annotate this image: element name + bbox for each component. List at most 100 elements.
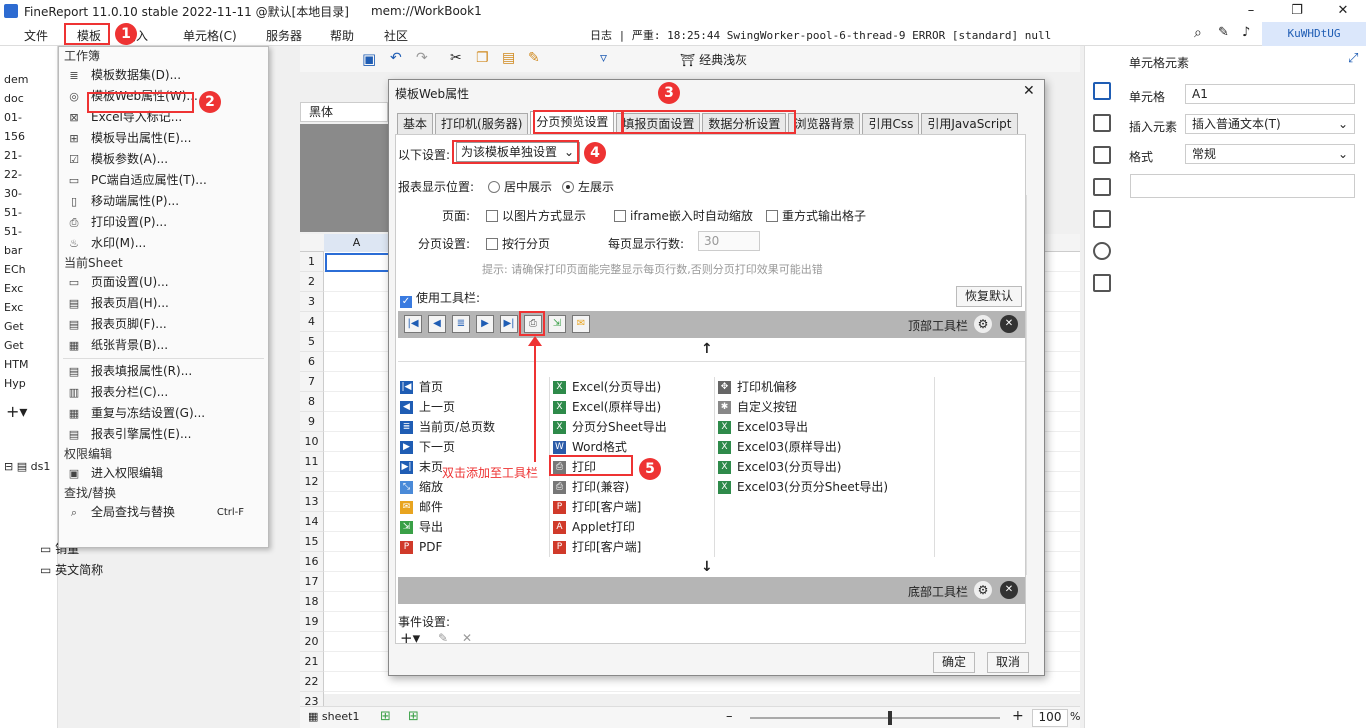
field-english-abbr[interactable]: ▭ 英文简称: [40, 561, 103, 578]
cell-content-field[interactable]: [1130, 174, 1355, 198]
bell-icon[interactable]: ♪: [1242, 25, 1250, 40]
condition-icon[interactable]: [1093, 178, 1111, 196]
row-header[interactable]: 17: [300, 572, 324, 592]
toolbar-option[interactable]: |◀ 首页: [400, 377, 443, 397]
row-header[interactable]: 8: [300, 392, 324, 412]
user-name[interactable]: KuWHDtUG: [1262, 22, 1366, 46]
row-header[interactable]: 15: [300, 532, 324, 552]
copy-icon[interactable]: ❐: [476, 50, 489, 66]
maximize-button[interactable]: ❐: [1274, 0, 1320, 22]
format-painter-icon[interactable]: ✎: [528, 50, 540, 66]
toolbar-option[interactable]: ⤡ 缩放: [400, 477, 443, 497]
pin-icon[interactable]: ⤢: [1348, 51, 1358, 66]
tree-item[interactable]: 21-: [4, 146, 58, 165]
tree-item[interactable]: 51-: [4, 203, 58, 222]
tree-item[interactable]: Get: [4, 317, 58, 336]
menu-item[interactable]: ▦ 纸张背景(B)...: [59, 335, 268, 356]
tree-item[interactable]: Hyp: [4, 374, 58, 393]
menu-item[interactable]: ▤ 报表页眉(H)...: [59, 293, 268, 314]
redo-icon[interactable]: ↷: [416, 50, 428, 66]
row-header[interactable]: 20: [300, 632, 324, 652]
row-header[interactable]: 13: [300, 492, 324, 512]
delete-event-icon[interactable]: ✕: [462, 631, 472, 645]
dialog-tab[interactable]: 浏览器背景: [788, 113, 861, 135]
cell-element-icon[interactable]: [1093, 82, 1111, 100]
menu-item[interactable]: ▥ 报表分栏(C)...: [59, 382, 268, 403]
toolbar-option[interactable]: X 分页分Sheet导出: [553, 417, 667, 437]
toolbar-option[interactable]: A Applet打印: [553, 517, 635, 537]
row-header[interactable]: 12: [300, 472, 324, 492]
iframe-zoom-checkbox[interactable]: iframe嵌入时自动缩放: [614, 207, 753, 224]
tree-item[interactable]: dem: [4, 70, 58, 89]
edit-note-icon[interactable]: ✎: [1218, 25, 1229, 40]
sheet-tab-sheet1[interactable]: ▦ sheet1: [308, 710, 359, 723]
toolbar-option[interactable]: P 打印[客户端]: [553, 497, 641, 517]
tree-item[interactable]: 51-: [4, 222, 58, 241]
zoom-out-icon[interactable]: –: [726, 709, 733, 724]
cell-attribute-icon[interactable]: [1093, 114, 1111, 132]
tree-item[interactable]: ECh: [4, 260, 58, 279]
toolbar-option[interactable]: X Excel03(分页导出): [718, 457, 841, 477]
menu-item[interactable]: ▭ 页面设置(U)...: [59, 272, 268, 293]
save-icon[interactable]: ▣: [362, 50, 376, 68]
row-header[interactable]: 22: [300, 672, 324, 692]
import-icon[interactable]: [1093, 274, 1111, 292]
undo-icon[interactable]: ↶: [390, 50, 402, 66]
row-header[interactable]: 3: [300, 292, 324, 312]
paste-icon[interactable]: ▤: [502, 50, 515, 66]
toolbar-option[interactable]: ▶ 下一页: [400, 437, 455, 457]
add-form-sheet-icon[interactable]: ⊞: [408, 709, 419, 724]
position-center-radio[interactable]: 居中展示: [488, 178, 552, 195]
toolbar-option[interactable]: ✥ 打印机偏移: [718, 377, 797, 397]
cell-field[interactable]: A1: [1185, 84, 1355, 104]
menu-item[interactable]: ▤ 报表引擎属性(E)...: [59, 424, 268, 445]
remove-toolbar-icon[interactable]: ✕: [1000, 581, 1018, 599]
dialog-close-icon[interactable]: ✕: [1023, 83, 1035, 99]
font-select[interactable]: 黑体: [300, 102, 388, 122]
tree-item[interactable]: doc: [4, 89, 58, 108]
toolbar-option[interactable]: ✱ 自定义按钮: [718, 397, 797, 417]
toolbar-option[interactable]: P 打印[客户端]: [553, 537, 641, 557]
zoom-value[interactable]: 100: [1032, 709, 1068, 727]
menu-item[interactable]: ♨ 水印(M)...: [59, 233, 268, 254]
stack-icon[interactable]: [1093, 210, 1111, 228]
tree-item[interactable]: Exc: [4, 279, 58, 298]
toolbar-option[interactable]: ⇲ 导出: [400, 517, 443, 537]
menu-item[interactable]: ⎙ 打印设置(P)...: [59, 212, 268, 233]
dialog-tab[interactable]: 引用JavaScript: [921, 113, 1018, 135]
toolbar-option[interactable]: X Excel(原样导出): [553, 397, 661, 417]
zoom-in-icon[interactable]: +: [1012, 708, 1024, 724]
ok-button[interactable]: 确定: [933, 652, 976, 673]
toolbar-option[interactable]: ◀ 上一页: [400, 397, 455, 417]
menu-item[interactable]: ▣ 进入权限编辑: [59, 463, 268, 484]
row-header[interactable]: 9: [300, 412, 324, 432]
cut-icon[interactable]: ✂: [450, 50, 462, 66]
toolbar-option[interactable]: ▶| 末页: [400, 457, 443, 477]
bottom-toolbar-strip[interactable]: 底部工具栏 ⚙ ✕: [398, 577, 1025, 604]
menu-item[interactable]: ≣ 模板数据集(D)...: [59, 65, 268, 86]
menu-cell[interactable]: 单元格(C): [183, 27, 237, 44]
dataset-node[interactable]: ⊟ ▤ ds1: [4, 460, 50, 473]
move-up-arrow-icon[interactable]: ↑: [701, 341, 713, 357]
settings-gear-icon[interactable]: ⚙: [974, 581, 992, 599]
toolbar-option[interactable]: W Word格式: [553, 437, 627, 457]
menu-item[interactable]: ⊞ 模板导出属性(E)...: [59, 128, 268, 149]
toolbar-option[interactable]: P PDF: [400, 537, 442, 557]
row-header[interactable]: 11: [300, 452, 324, 472]
tree-item[interactable]: 22-: [4, 165, 58, 184]
add-icon[interactable]: +▾: [6, 402, 27, 421]
menu-item[interactable]: ▯ 移动端属性(P)...: [59, 191, 268, 212]
menu-item[interactable]: ☑ 模板参数(A)...: [59, 149, 268, 170]
row-header[interactable]: 7: [300, 372, 324, 392]
add-event-icon[interactable]: +▾: [400, 629, 420, 647]
menu-help[interactable]: 帮助: [330, 27, 354, 44]
log-status[interactable]: 日志 | 严重: 18:25:44 SwingWorker-pool-6-thr…: [590, 27, 1051, 43]
tree-item[interactable]: Exc: [4, 298, 58, 317]
row-header[interactable]: 18: [300, 592, 324, 612]
use-toolbar-checkbox[interactable]: ✓ 使用工具栏:: [400, 289, 480, 308]
remove-toolbar-icon[interactable]: ✕: [1000, 315, 1018, 333]
format-select[interactable]: 常规 ⌄: [1185, 144, 1355, 164]
zoom-slider-thumb[interactable]: [888, 711, 892, 725]
style-button[interactable]: ⛩ 经典浅灰: [680, 51, 747, 68]
top-toolbar-strip[interactable]: |◀ ◀ ≣ ▶ ▶| ⎙ ⇲ ✉ 顶部工具栏 ⚙ ✕: [398, 311, 1025, 338]
